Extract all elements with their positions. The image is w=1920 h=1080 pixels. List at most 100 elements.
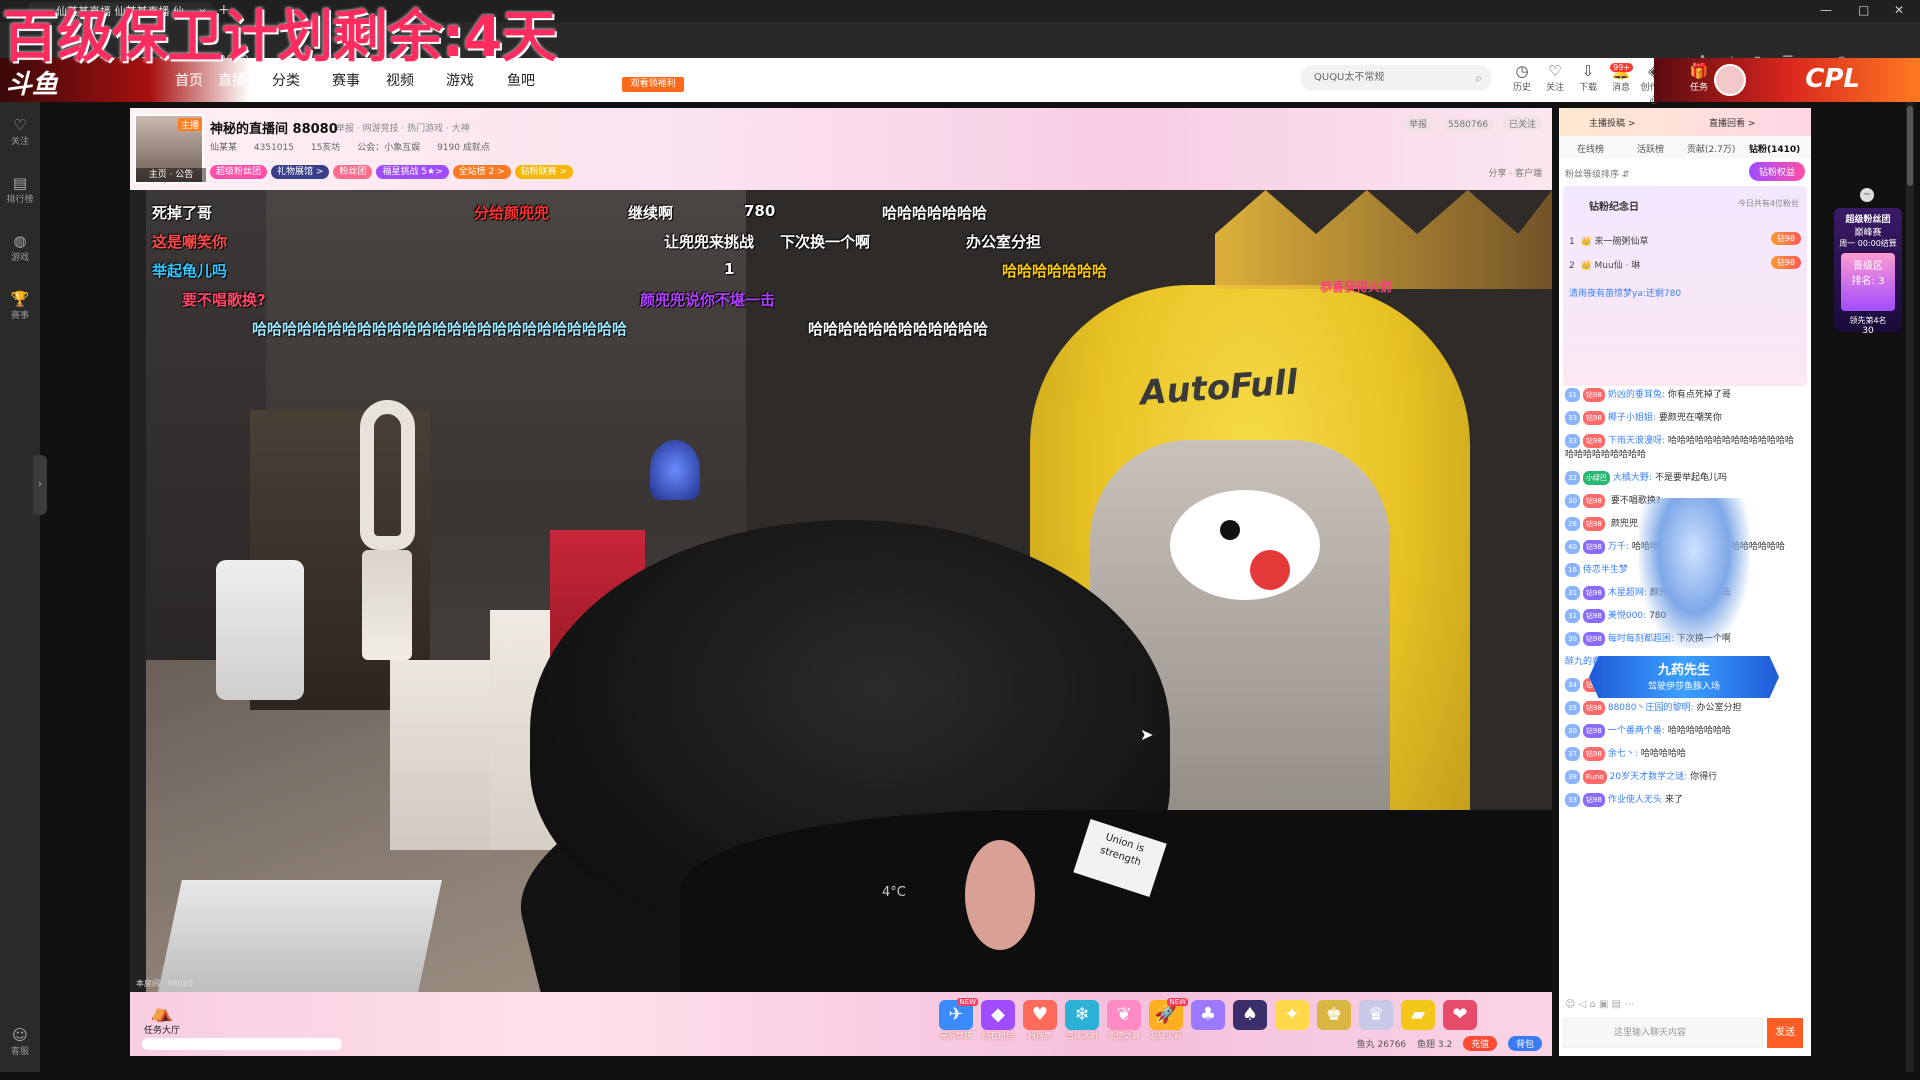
close-icon[interactable]: −	[1860, 188, 1874, 202]
room-badge[interactable]: 全站榜 2 >	[452, 165, 511, 179]
chat-username[interactable]: 奶凶的垂耳兔:	[1608, 390, 1665, 400]
page-scrollbar[interactable]	[1906, 102, 1914, 1072]
gift-item[interactable]: ▰	[1396, 1000, 1440, 1030]
chat-message[interactable]: 38 Runo 20岁天才数学之谜: 你得行	[1565, 770, 1801, 784]
chat-message[interactable]: 31 钻98 奶凶的垂耳兔: 你有点死掉了哥	[1565, 388, 1801, 402]
gift-item[interactable]: ❤	[1438, 1000, 1482, 1030]
streamer-avatar[interactable]: 主播 主页 · 公告	[134, 114, 206, 184]
fan-badge[interactable]: 钻98	[1582, 586, 1605, 600]
recharge-button[interactable]: 充值	[1463, 1036, 1498, 1051]
fan-badge[interactable]: 钻98	[1582, 434, 1605, 448]
search-icon[interactable]: ⌕	[1475, 65, 1482, 91]
rank-row[interactable]: 1 👑 来一碗粥仙草 钻98	[1569, 232, 1801, 247]
chat-username[interactable]: 侍恋半生梦	[1583, 565, 1628, 575]
gift-item[interactable]: 🚀 超级火箭 NEW	[1144, 998, 1188, 1041]
chat-message[interactable]: 30 钻98 一个番两个番: 哈哈哈哈哈哈哈	[1565, 724, 1801, 738]
report-button[interactable]: 举报	[1403, 116, 1434, 131]
gift-item[interactable]: ✈ 星际穿越 NEW	[934, 998, 978, 1041]
fan-badge[interactable]: 钻98	[1582, 793, 1605, 807]
rank-row[interactable]: 清雨夜有苗惊梦ya:还剩780	[1569, 286, 1801, 299]
chat-username[interactable]: 万千:	[1608, 542, 1629, 552]
search-input[interactable]: QUQU太不常规 ⌕	[1300, 65, 1492, 91]
send-button[interactable]: 发送	[1767, 1018, 1803, 1048]
room-badge[interactable]: 超级粉丝团	[210, 165, 268, 179]
fan-sort-toggle[interactable]: 粉丝等级排序 ⇵	[1565, 167, 1629, 180]
room-badge[interactable]: 粉丝团	[333, 165, 373, 179]
super-fans-widget[interactable]: 超级粉丝团 巅峰赛 周一 00:00结算 晋级区 排名: 3 领先第4名 30	[1834, 208, 1902, 336]
fan-badge[interactable]: 小绿巴	[1582, 471, 1610, 485]
guild-notice[interactable]: 公会：小象互娱	[357, 143, 420, 153]
fan-badge[interactable]: 钻98	[1582, 388, 1605, 402]
cpl-banner[interactable]: 🎁 任务 CPL	[1654, 58, 1920, 102]
gift-item[interactable]: ◆ 钻石粉丝	[976, 1000, 1020, 1041]
chat-message[interactable]: 33 钻98 作业使人无头 来了	[1565, 793, 1801, 807]
follow-button[interactable]: 已关注	[1502, 116, 1542, 131]
client-button[interactable]: 客户端	[1515, 169, 1542, 179]
chat-toolbar[interactable]: ☺ ◁ ⌂ ▣ ▤ ⋯	[1565, 999, 1634, 1010]
page-scrollbar-thumb[interactable]	[1907, 106, 1913, 186]
leftnav-rank[interactable]: ▤ 排行榜	[0, 174, 40, 205]
streamer-name[interactable]: 仙某某	[210, 143, 237, 153]
fan-badge[interactable]: 钻98	[1582, 540, 1605, 554]
sidebar-expand-handle[interactable]: ›	[33, 455, 47, 515]
minimize-button[interactable]: —	[1820, 3, 1832, 17]
fan-badge[interactable]: 钻98	[1582, 494, 1605, 508]
chat-list[interactable]: 31 钻98 奶凶的垂耳兔: 你有点死掉了哥 33 钻98 椰子小姐姐: 要颜兜在嘲笑你 33 钻…	[1565, 388, 1801, 1008]
room-badge[interactable]: 钻粉联赛 >	[514, 165, 574, 179]
gift-item[interactable]: ❄ 雪域冰雕	[1060, 1000, 1104, 1041]
gift-item[interactable]: ❦ 天使之翼	[1102, 1000, 1146, 1041]
chat-message[interactable]: 35 钻98 88080丶庄园的黎明: 办公室分担	[1565, 701, 1801, 715]
video-player[interactable]: AutoFull Union is strength 4°C 恭喜获得火箭 死掉…	[130, 190, 1552, 992]
chat-username[interactable]: 余七丶:	[1608, 749, 1638, 759]
chat-message[interactable]: 32 小绿巴 大橘大野: 不是要举起龟儿吗	[1565, 471, 1801, 485]
follow-button[interactable]: ♡ 关注	[1541, 62, 1569, 93]
chat-username[interactable]: 大橘大野:	[1613, 473, 1652, 483]
fan-badge[interactable]: 钻98	[1582, 517, 1605, 531]
leftnav-follow[interactable]: ♡ 关注	[0, 116, 40, 147]
task-hall-button[interactable]: ⛺ 任务大厅	[142, 1002, 182, 1036]
fan-badge[interactable]: 钻98	[1582, 632, 1605, 646]
maximize-button[interactable]: □	[1858, 3, 1869, 17]
chat-message[interactable]: 33 钻98 椰子小姐姐: 要颜兜在嘲笑你	[1565, 411, 1801, 425]
leftnav-match[interactable]: 🏆 赛事	[0, 290, 40, 321]
leftnav-game[interactable]: ◍ 游戏	[0, 232, 40, 263]
gift-item[interactable]: ♠	[1228, 1000, 1272, 1030]
tab-online[interactable]: 在线榜	[1577, 142, 1604, 155]
room-category[interactable]: 举报 · 网游竞技 · 热门游戏 · 大神	[336, 121, 470, 134]
chat-username[interactable]: 20岁天才数学之谜:	[1610, 772, 1688, 782]
replay-link[interactable]: 直播回看 >	[1709, 116, 1755, 129]
chat-username[interactable]: 椰子小姐姐:	[1608, 413, 1656, 423]
share-button[interactable]: 分享	[1488, 169, 1506, 179]
backpack-button[interactable]: 背包	[1507, 1036, 1542, 1051]
rank-row[interactable]: 2 👑 Muu仙 · 琳钻98	[1569, 256, 1801, 271]
fan-badge[interactable]: Runo	[1582, 770, 1607, 784]
avatar-footer[interactable]: 主页 · 公告	[136, 168, 206, 182]
gift-item[interactable]: ♥ 粉丝牌	[1018, 1000, 1062, 1041]
fan-badge[interactable]: 钻98	[1582, 609, 1605, 623]
chat-username[interactable]: 下雨天浪漫呀:	[1608, 436, 1665, 446]
chat-input[interactable]: 这里输入聊天内容	[1563, 1018, 1763, 1048]
history-button[interactable]: ◷ 历史	[1508, 62, 1536, 93]
gift-item[interactable]: ✦	[1270, 1000, 1314, 1030]
tab-contribution[interactable]: 贡献(2.7万)	[1687, 142, 1735, 155]
room-badge[interactable]: 礼物展馆 >	[271, 165, 330, 179]
user-avatar[interactable]	[1714, 64, 1746, 96]
anchor-post-link[interactable]: 主播投稿 >	[1589, 116, 1635, 129]
download-button[interactable]: ⇩ 下载	[1574, 62, 1602, 93]
gift-item[interactable]: ♛	[1354, 1000, 1398, 1030]
chat-username[interactable]: 作业使人无头	[1608, 795, 1662, 805]
fan-badge[interactable]: 钻98	[1582, 747, 1605, 761]
tab-diamond-fans[interactable]: 钻粉(1410)	[1749, 142, 1800, 155]
close-window-button[interactable]: ✕	[1894, 3, 1904, 17]
chat-message[interactable]: 33 钻98 下雨天浪漫呀: 哈哈哈哈哈哈哈哈哈哈哈哈哈哈哈哈哈哈哈哈哈哈哈	[1565, 434, 1801, 462]
gift-item[interactable]: ♣	[1186, 1000, 1230, 1030]
chat-username[interactable]: 88080丶庄园的黎明:	[1608, 703, 1694, 713]
chat-username[interactable]: 一个番两个番:	[1608, 726, 1665, 736]
tab-active[interactable]: 活跃榜	[1637, 142, 1664, 155]
promo-badge[interactable]: 观看领福利	[622, 77, 684, 92]
leftnav-service[interactable]: ☺ 客服	[0, 1026, 40, 1057]
task-button[interactable]: 🎁 任务	[1685, 62, 1713, 93]
gift-item[interactable]: ♚	[1312, 1000, 1356, 1030]
room-badge[interactable]: 福星挑战 5★>	[376, 165, 449, 179]
gift-input-line[interactable]	[142, 1038, 342, 1050]
